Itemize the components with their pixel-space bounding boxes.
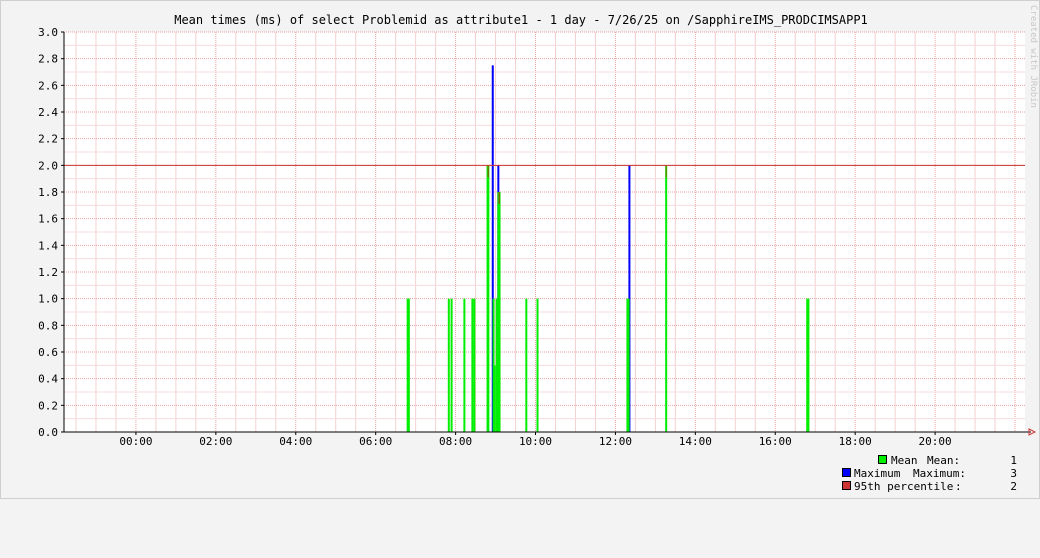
legend-name-mean: Mean [891, 454, 918, 467]
y-tick-label: 0.2 [38, 399, 58, 412]
y-tick-label: 1.6 [38, 213, 58, 226]
mean-bar [498, 192, 501, 432]
chart-frame: Mean times (ms) of select Problemid as a… [0, 0, 1040, 499]
legend-value-mean: 1 [1010, 454, 1017, 467]
y-tick-label: 2.4 [38, 106, 58, 119]
y-tick-label: 2.6 [38, 79, 58, 92]
chart-canvas: Mean times (ms) of select Problemid as a… [38, 13, 1037, 448]
x-tick-label: 14:00 [679, 435, 712, 448]
y-axis-ticks: 0.0 0.2 0.4 0.6 0.8 1.0 1.2 1.4 1.6 1.8 2.0 2.2 2.4 2… [38, 26, 64, 439]
x-tick-label: 02:00 [199, 435, 232, 448]
legend-value-percentile: 2 [1010, 480, 1017, 493]
mean-bar [471, 298, 474, 432]
y-tick-label: 0.4 [38, 373, 58, 386]
mean-bar [407, 298, 410, 432]
mean-bar [473, 298, 476, 432]
legend-stat-percentile: : [955, 480, 962, 493]
mean-bar [447, 298, 450, 432]
mean-bar [807, 298, 810, 432]
x-tick-label: 10:00 [519, 435, 552, 448]
y-tick-label: 1.0 [38, 293, 58, 306]
mean-bar [525, 298, 528, 432]
legend-name-percentile: 95th percentile [854, 480, 954, 493]
x-tick-label: 00:00 [119, 435, 152, 448]
y-tick-label: 0.8 [38, 319, 58, 332]
y-tick-label: 2.2 [38, 133, 58, 146]
x-tick-label: 08:00 [439, 435, 472, 448]
mean-bar [665, 165, 668, 433]
legend-value-maximum: 3 [1010, 467, 1017, 480]
y-tick-label: 1.4 [38, 239, 58, 252]
mean-bar [487, 165, 490, 433]
mean-bar [450, 298, 453, 432]
legend-swatch-maximum [842, 468, 851, 477]
legend-name-maximum: Maximum [854, 467, 901, 480]
x-tick-label: 18:00 [839, 435, 872, 448]
legend-percentile: 95th percentile : 2 [842, 480, 1017, 493]
mean-bar [493, 365, 496, 432]
mean-bar [536, 298, 539, 432]
legend-mean: Mean Mean: 1 [842, 454, 1017, 467]
x-tick-label: 16:00 [759, 435, 792, 448]
x-tick-label: 12:00 [599, 435, 632, 448]
y-tick-label: 2.8 [38, 53, 58, 66]
y-tick-label: 1.8 [38, 186, 58, 199]
watermark-text: Created with JRobin [1028, 5, 1038, 108]
x-axis-ticks: 00:00 02:00 04:00 06:00 08:00 10:00 12:00 14:00… [119, 432, 952, 448]
x-tick-label: 04:00 [279, 435, 312, 448]
legend-stat-mean: Mean: [927, 454, 961, 467]
mean-bar [463, 298, 466, 432]
x-tick-label: 20:00 [919, 435, 952, 448]
legend-maximum: Maximum Maximum: 3 [842, 467, 1017, 480]
legend-swatch-percentile [842, 481, 851, 490]
legend: Mean Mean: 1 Maximum Maximum: 3 95th per… [842, 454, 1017, 493]
y-tick-label: 0.0 [38, 426, 58, 439]
mean-bar [627, 298, 630, 432]
y-tick-label: 2.0 [38, 159, 58, 172]
chart-title: Mean times (ms) of select Problemid as a… [174, 13, 868, 27]
y-tick-label: 3.0 [38, 26, 58, 39]
legend-swatch-mean [878, 455, 887, 464]
legend-stat-maximum: Maximum: [913, 467, 966, 480]
y-tick-label: 0.6 [38, 346, 58, 359]
y-tick-label: 1.2 [38, 266, 58, 279]
x-tick-label: 06:00 [359, 435, 392, 448]
